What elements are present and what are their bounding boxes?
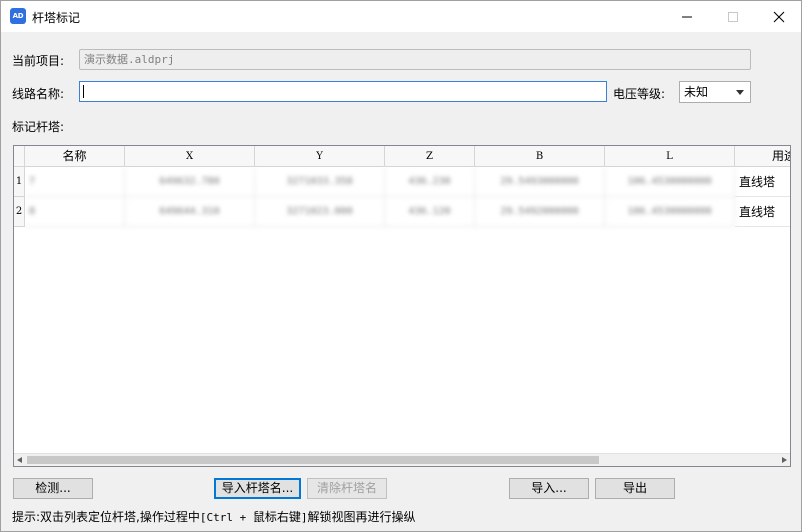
cell-name[interactable]: 8: [25, 197, 125, 227]
cell-z[interactable]: 436.230: [385, 167, 475, 197]
cell-y[interactable]: 3271033.358: [255, 167, 385, 197]
cell-l[interactable]: 106.4530000000: [605, 167, 735, 197]
hint-prefix: 提示:双击列表定位杆塔,操作过程中: [12, 510, 200, 524]
cell-x[interactable]: 649632.780: [125, 167, 255, 197]
cell-usage[interactable]: 直线塔: [735, 167, 790, 197]
app-icon: AD: [10, 8, 26, 24]
close-icon: [773, 11, 785, 23]
import-tower-names-button[interactable]: 导入杆塔名...: [214, 478, 301, 499]
row-number: 2: [14, 197, 25, 227]
column-header-z[interactable]: Z: [385, 146, 475, 167]
close-button[interactable]: [756, 1, 802, 32]
window-title: 杆塔标记: [32, 11, 81, 25]
table-row[interactable]: 2 8 649644.310 3271023.000 436.120 29.54…: [14, 197, 790, 227]
text-cursor: [83, 85, 84, 98]
scroll-left-icon[interactable]: [17, 457, 22, 463]
mark-towers-label: 标记杆塔:: [12, 120, 65, 134]
table-row[interactable]: 1 7 649632.780 3271033.358 436.230 29.54…: [14, 167, 790, 197]
column-header-usage[interactable]: 用途: [735, 146, 790, 167]
title-bar[interactable]: AD 杆塔标记: [1, 1, 801, 32]
corner-cell: [14, 146, 25, 167]
clear-tower-names-button[interactable]: 清除杆塔名: [307, 478, 387, 499]
cell-usage[interactable]: 直线塔: [735, 197, 790, 227]
minimize-icon: [682, 16, 692, 18]
column-header-name[interactable]: 名称: [25, 146, 125, 167]
scroll-right-icon[interactable]: [782, 457, 787, 463]
cell-b[interactable]: 29.5492000000: [475, 197, 605, 227]
cell-z[interactable]: 436.120: [385, 197, 475, 227]
column-header-x[interactable]: X: [125, 146, 255, 167]
cell-name[interactable]: 7: [25, 167, 125, 197]
voltage-select[interactable]: 未知: [679, 81, 751, 103]
row-number: 1: [14, 167, 25, 197]
hint-mouse: 鼠标右键: [252, 510, 301, 524]
cell-b[interactable]: 29.5493000000: [475, 167, 605, 197]
chevron-down-icon: [736, 90, 744, 95]
route-name-input[interactable]: [79, 81, 607, 102]
export-button[interactable]: 导出: [595, 478, 675, 499]
horizontal-scrollbar[interactable]: [14, 453, 790, 466]
minimize-button[interactable]: [664, 1, 710, 32]
route-name-label: 线路名称:: [12, 87, 65, 101]
cell-x[interactable]: 649644.310: [125, 197, 255, 227]
table-header: 名称 X Y Z B L 用途: [14, 146, 790, 167]
column-header-y[interactable]: Y: [255, 146, 385, 167]
scrollbar-thumb[interactable]: [27, 456, 599, 464]
tower-table[interactable]: 名称 X Y Z B L 用途 1 7 649632.780 3271033.3…: [13, 145, 791, 467]
hint-suffix: 解锁视图再进行操纵: [307, 510, 416, 524]
cell-y[interactable]: 3271023.000: [255, 197, 385, 227]
cell-l[interactable]: 106.4530000000: [605, 197, 735, 227]
maximize-icon: [728, 12, 738, 22]
hint-text: 提示:双击列表定位杆塔,操作过程中[Ctrl + 鼠标右键]解锁视图再进行操纵: [12, 508, 416, 525]
detect-button[interactable]: 检测...: [13, 478, 93, 499]
maximize-button[interactable]: [710, 1, 756, 32]
voltage-value: 未知: [684, 85, 709, 99]
project-label: 当前项目:: [12, 54, 65, 68]
tower-mark-window: AD 杆塔标记 当前项目: 演示数据.aldprj 线路名称: 电压等级: 未知…: [0, 0, 802, 532]
hint-keys: [Ctrl +: [199, 511, 253, 524]
import-button[interactable]: 导入...: [509, 478, 589, 499]
column-header-l[interactable]: L: [605, 146, 735, 167]
column-header-b[interactable]: B: [475, 146, 605, 167]
project-field: 演示数据.aldprj: [79, 49, 751, 70]
voltage-label: 电压等级:: [613, 87, 666, 101]
